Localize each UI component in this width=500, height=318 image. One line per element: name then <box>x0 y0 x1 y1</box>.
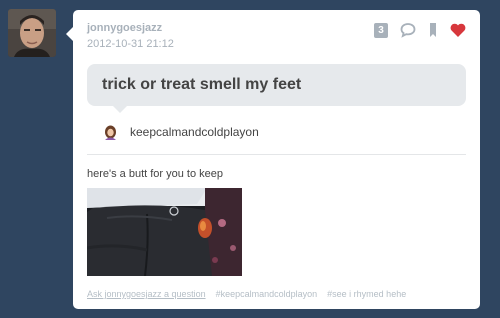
answer-photo[interactable] <box>87 188 242 276</box>
bookmark-icon[interactable] <box>428 22 438 38</box>
ask-question-link[interactable]: Ask jonnygoesjazz a question <box>87 288 206 300</box>
post-controls: 3 <box>374 22 466 38</box>
photo-image <box>87 188 242 276</box>
heart-icon[interactable] <box>450 23 466 38</box>
card-pointer <box>66 27 73 41</box>
post-footer: Ask jonnygoesjazz a question #keepcalman… <box>87 288 406 300</box>
post-username[interactable]: jonnygoesjazz <box>87 21 174 35</box>
avatar-photo <box>8 9 56 57</box>
question-bubble: trick or treat smell my feet <box>87 64 466 113</box>
asker-info: keepcalmandcoldplayon <box>103 123 259 141</box>
answer-text: here's a butt for you to keep <box>87 168 224 180</box>
post-header: jonnygoesjazz 2012-10-31 21:12 <box>87 21 174 51</box>
blog-avatar[interactable] <box>8 9 56 57</box>
dashboard: jonnygoesjazz 2012-10-31 21:12 3 trick o… <box>0 0 500 318</box>
tag-link[interactable]: #see i rhymed hehe <box>327 288 406 300</box>
note-count-badge[interactable]: 3 <box>374 22 388 38</box>
question-bubble-tail <box>113 106 127 113</box>
asker-name[interactable]: keepcalmandcoldplayon <box>130 125 259 139</box>
post-card: jonnygoesjazz 2012-10-31 21:12 3 trick o… <box>73 10 480 309</box>
post-timestamp: 2012-10-31 21:12 <box>87 38 174 50</box>
asker-avatar[interactable] <box>103 124 118 140</box>
divider <box>87 154 466 155</box>
speech-bubble-icon[interactable] <box>400 22 416 38</box>
question-text: trick or treat smell my feet <box>102 76 302 93</box>
tag-link[interactable]: #keepcalmandcoldplayon <box>216 288 318 300</box>
